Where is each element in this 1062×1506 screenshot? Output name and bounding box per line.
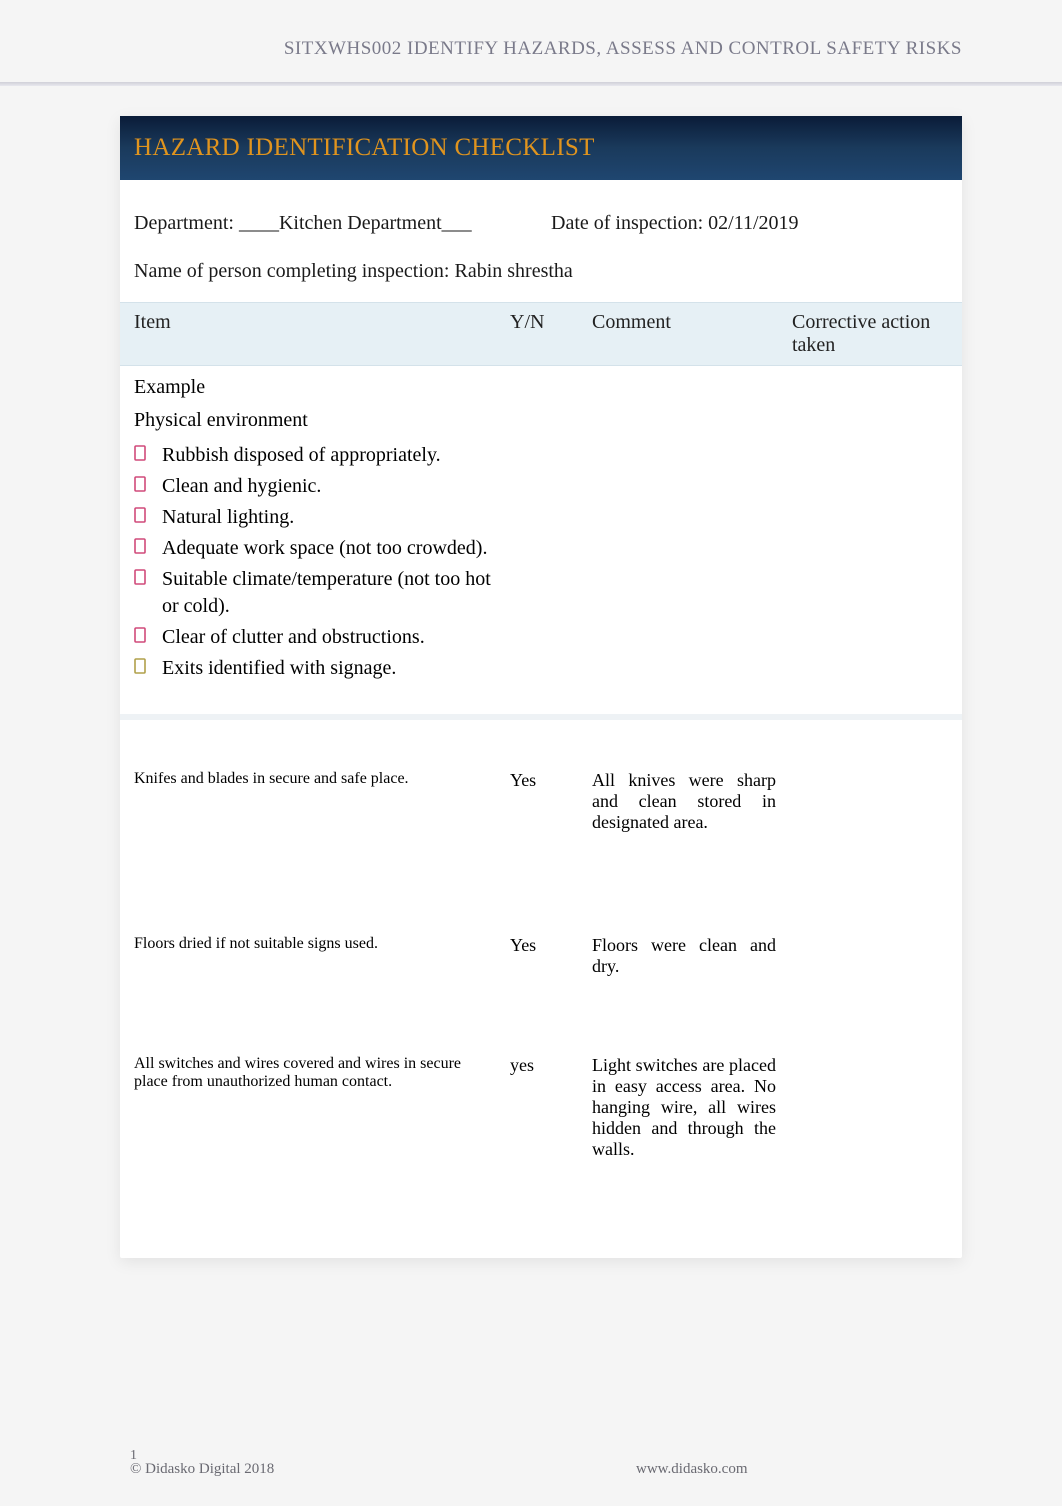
- bullet-text: Suitable climate/temperature (not too ho…: [162, 566, 492, 620]
- cell-comment: Floors were clean and dry.: [584, 927, 784, 985]
- col-header-action: Corrective action taken: [784, 303, 962, 365]
- footer: © Didasko Digital 2018 www.didasko.com: [0, 1461, 1062, 1478]
- bullet-item: Adequate work space (not too crowded).: [134, 535, 948, 562]
- date-field: Date of inspection: 02/11/2019: [531, 206, 948, 240]
- cell-comment: All knives were sharp and clean stored i…: [584, 762, 784, 841]
- bullet-item: Clear of clutter and obstructions.: [134, 624, 948, 651]
- checklist-title: HAZARD IDENTIFICATION CHECKLIST: [120, 116, 962, 180]
- cell-yn: Yes: [502, 762, 584, 841]
- checklist-table: Item Y/N Comment Corrective action taken…: [120, 302, 962, 1258]
- footer-copyright: © Didasko Digital 2018: [130, 1461, 456, 1478]
- department-field: Department: ____Kitchen Department___: [134, 206, 531, 240]
- bullet-box-icon: [134, 476, 148, 494]
- cell-action: [784, 1047, 962, 1168]
- bullet-text: Clean and hygienic.: [162, 473, 321, 500]
- table-row: All switches and wires covered and wires…: [120, 1005, 962, 1188]
- header-divider: [0, 82, 1062, 86]
- col-header-item: Item: [120, 303, 502, 365]
- example-label: Example: [120, 376, 962, 409]
- bullet-text: Rubbish disposed of appropriately.: [162, 442, 441, 469]
- bullet-box-icon: [134, 627, 148, 645]
- bullet-item: Natural lighting.: [134, 504, 948, 531]
- bullet-box-icon: [134, 658, 148, 676]
- cell-action: [784, 927, 962, 985]
- cell-action: [784, 762, 962, 841]
- footer-url: www.didasko.com: [456, 1461, 962, 1478]
- col-header-comment: Comment: [584, 303, 784, 365]
- bullet-box-icon: [134, 507, 148, 525]
- table-header-row: Item Y/N Comment Corrective action taken: [120, 302, 962, 366]
- bullet-item: Clean and hygienic.: [134, 473, 948, 500]
- document-page: HAZARD IDENTIFICATION CHECKLIST Departme…: [120, 116, 962, 1258]
- cell-comment: Light switches are placed in easy access…: [584, 1047, 784, 1168]
- bullet-item: Rubbish disposed of appropriately.: [134, 442, 948, 469]
- bullet-text: Clear of clutter and obstructions.: [162, 624, 425, 651]
- bullet-box-icon: [134, 569, 148, 587]
- bullet-box-icon: [134, 538, 148, 556]
- cell-yn: yes: [502, 1047, 584, 1168]
- bullet-text: Adequate work space (not too crowded).: [162, 535, 487, 562]
- meta-section: Department: ____Kitchen Department___ Da…: [120, 180, 962, 288]
- bullet-box-icon: [134, 445, 148, 463]
- col-header-yn: Y/N: [502, 303, 584, 365]
- table-row: Knifes and blades in secure and safe pla…: [120, 720, 962, 861]
- bullet-text: Natural lighting.: [162, 504, 294, 531]
- cell-item: Knifes and blades in secure and safe pla…: [120, 762, 502, 841]
- bullet-item: Suitable climate/temperature (not too ho…: [134, 566, 948, 620]
- table-row: Floors dried if not suitable signs used.…: [120, 885, 962, 1005]
- bullet-list: Rubbish disposed of appropriately. Clean …: [120, 442, 962, 704]
- bullet-item: Exits identified with signage.: [134, 655, 948, 682]
- cell-item: Floors dried if not suitable signs used.: [120, 927, 502, 985]
- physical-environment-label: Physical environment: [120, 409, 962, 442]
- cell-yn: Yes: [502, 927, 584, 985]
- bullet-text: Exits identified with signage.: [162, 655, 396, 682]
- course-header: SITXWHS002 IDENTIFY HAZARDS, ASSESS AND …: [284, 38, 962, 59]
- inspector-name-field: Name of person completing inspection: Ra…: [134, 254, 948, 288]
- cell-item: All switches and wires covered and wires…: [120, 1047, 502, 1168]
